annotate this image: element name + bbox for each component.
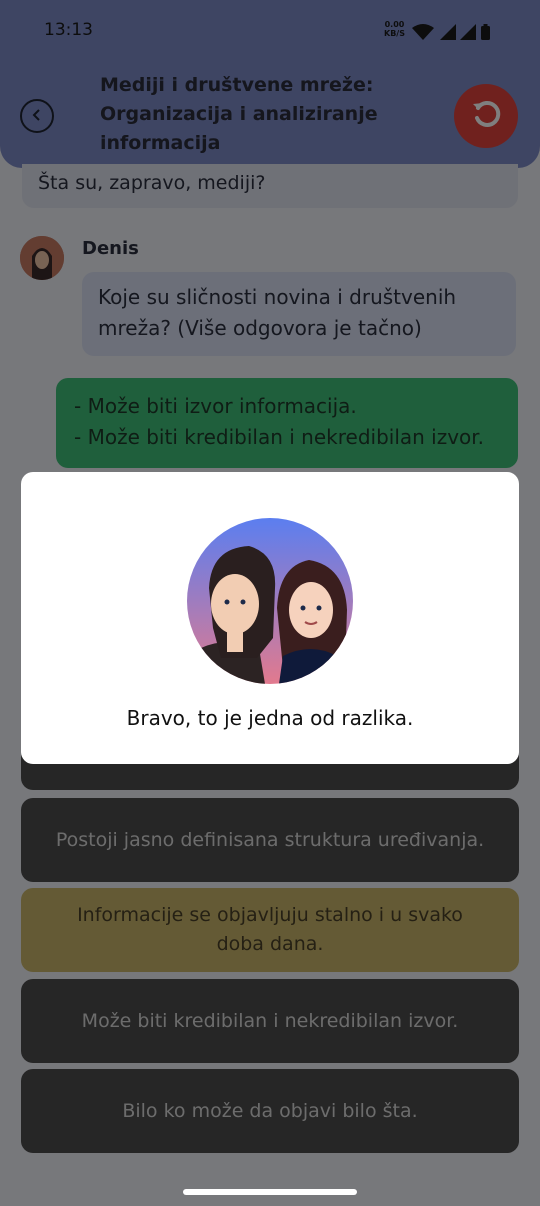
home-indicator[interactable] xyxy=(183,1189,357,1195)
feedback-modal: Bravo, to je jedna od razlika. xyxy=(21,472,519,764)
characters-avatar xyxy=(187,518,353,684)
feedback-message: Bravo, to je jedna od razlika. xyxy=(126,706,414,730)
